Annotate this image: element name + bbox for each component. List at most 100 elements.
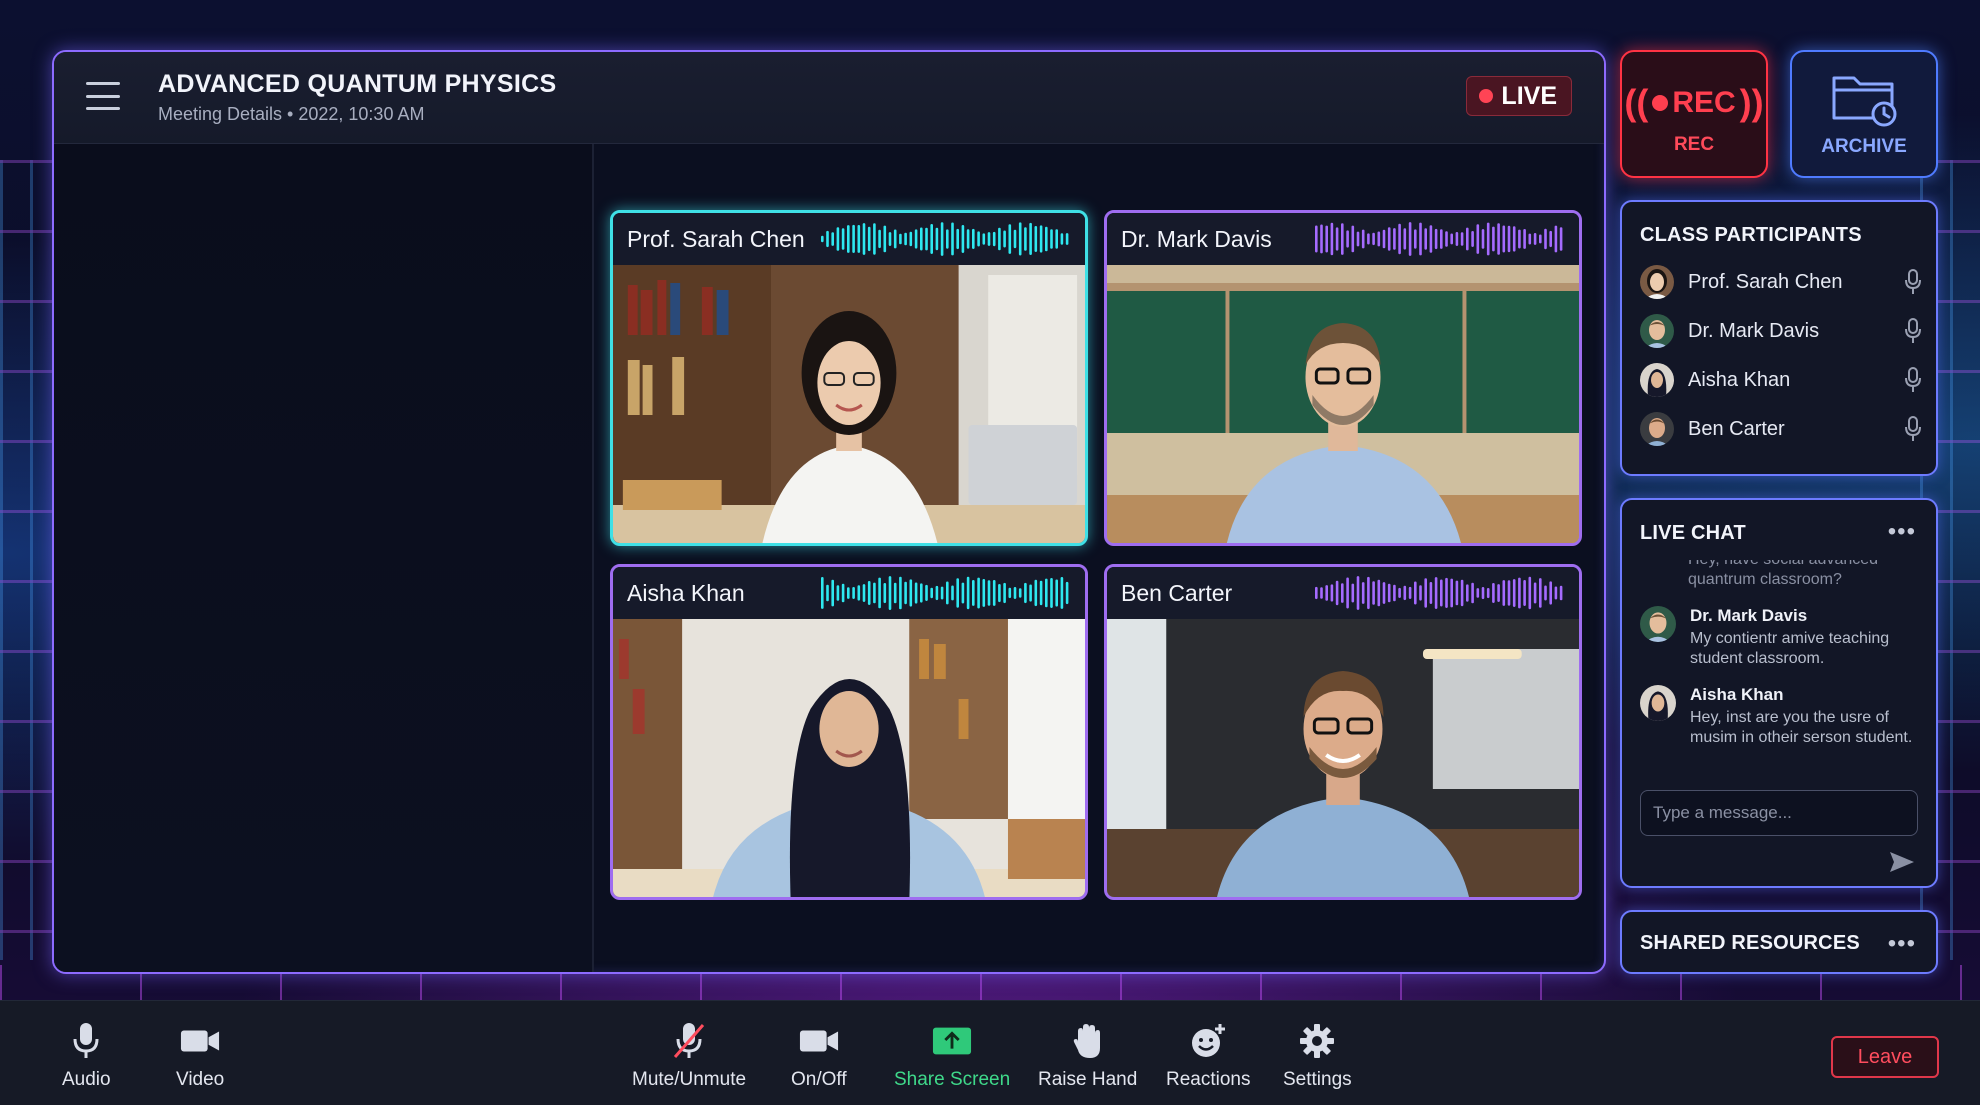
microphone-icon — [66, 1021, 106, 1061]
participant-video — [1107, 265, 1579, 543]
avatar — [1640, 412, 1674, 446]
participant-item[interactable]: Prof. Sarah Chen — [1640, 262, 1922, 302]
emoji-add-icon — [1188, 1021, 1228, 1061]
tile-name: Dr. Mark Davis — [1121, 225, 1272, 252]
panel-title: LIVE CHAT — [1640, 522, 1746, 544]
tile-name: Aisha Khan — [627, 579, 745, 606]
video-tile-sarah-chen[interactable]: Prof. Sarah Chen — [610, 210, 1088, 546]
participant-video — [1107, 619, 1579, 897]
record-glyph-text: REC — [1672, 86, 1736, 119]
avatar — [1640, 363, 1674, 397]
video-tile-mark-davis[interactable]: Dr. Mark Davis — [1104, 210, 1582, 546]
more-options-icon[interactable]: ••• — [1888, 930, 1916, 958]
tool-label: Reactions — [1166, 1069, 1251, 1090]
participant-item[interactable]: Aisha Khan — [1640, 360, 1922, 400]
video-button[interactable]: Video — [176, 1021, 224, 1091]
participant-name: Aisha Khan — [1688, 368, 1791, 391]
tool-label: On/Off — [791, 1069, 847, 1090]
panel-title: SHARED RESOURCES — [1640, 932, 1860, 954]
live-dot-icon — [1479, 89, 1494, 103]
background-grid-left — [0, 160, 60, 960]
live-chat-panel: LIVE CHAT ••• Hey, have social advanced … — [1620, 498, 1938, 888]
mic-icon[interactable] — [1904, 318, 1922, 344]
settings-button[interactable]: Settings — [1283, 1021, 1352, 1091]
raised-hand-icon — [1068, 1021, 1108, 1061]
tile-header: Prof. Sarah Chen — [613, 213, 1085, 265]
raise-hand-button[interactable]: Raise Hand — [1038, 1021, 1137, 1091]
more-options-icon[interactable]: ••• — [1888, 518, 1916, 546]
tile-header: Dr. Mark Davis — [1107, 213, 1579, 265]
mute-unmute-button[interactable]: Mute/Unmute — [632, 1021, 746, 1091]
tool-label: Audio — [62, 1069, 111, 1090]
avatar — [1640, 265, 1674, 299]
video-camera-icon — [799, 1021, 839, 1061]
tile-header: Aisha Khan — [613, 567, 1085, 619]
video-tile-aisha-khan[interactable]: Aisha Khan — [610, 564, 1088, 900]
hamburger-menu-icon[interactable] — [86, 82, 120, 110]
stage-area — [54, 144, 594, 972]
archive-label: ARCHIVE — [1821, 136, 1907, 157]
share-screen-button[interactable]: Share Screen — [894, 1021, 1010, 1091]
mic-icon[interactable] — [1904, 416, 1922, 442]
chat-message: Aisha Khan Hey, inst are you the usre of… — [1640, 685, 1922, 748]
bottom-toolbar: Audio Video Mute/Unmute On/Off Share Scr… — [0, 1000, 1980, 1105]
participant-video — [613, 265, 1085, 543]
tile-name: Prof. Sarah Chen — [627, 225, 805, 252]
camera-toggle-button[interactable]: On/Off — [791, 1021, 847, 1091]
chat-message-list[interactable]: Hey, have social advanced quantrum class… — [1640, 560, 1922, 765]
tool-label: Mute/Unmute — [632, 1069, 747, 1090]
mic-icon[interactable] — [1904, 269, 1922, 295]
tile-name: Ben Carter — [1121, 579, 1233, 606]
audio-waveform-icon — [1315, 576, 1563, 610]
main-meeting-panel: ADVANCED QUANTUM PHYSICS Meeting Details… — [52, 50, 1606, 974]
gear-icon — [1297, 1021, 1337, 1061]
video-camera-icon — [180, 1021, 220, 1061]
live-label: LIVE — [1501, 81, 1557, 110]
app-window: ADVANCED QUANTUM PHYSICS Meeting Details… — [0, 0, 1980, 1105]
audio-waveform-icon — [821, 576, 1069, 610]
audio-button[interactable]: Audio — [62, 1021, 111, 1091]
meeting-title: ADVANCED QUANTUM PHYSICS — [158, 70, 557, 98]
panel-title: CLASS PARTICIPANTS — [1640, 224, 1862, 246]
avatar — [1640, 314, 1674, 348]
chat-message-input[interactable] — [1640, 790, 1918, 836]
chat-message: Dr. Mark Davis My contientr amive teachi… — [1640, 606, 1922, 669]
chat-author: Dr. Mark Davis — [1690, 606, 1808, 625]
avatar — [1640, 685, 1676, 721]
audio-waveform-icon — [821, 222, 1069, 256]
live-badge: LIVE — [1466, 76, 1572, 116]
participant-name: Ben Carter — [1688, 417, 1785, 440]
participant-item[interactable]: Dr. Mark Davis — [1640, 311, 1922, 351]
microphone-muted-icon — [669, 1021, 709, 1061]
participant-name: Dr. Mark Davis — [1688, 319, 1820, 342]
record-button[interactable]: ((REC)) REC — [1620, 50, 1768, 178]
send-icon[interactable] — [1888, 850, 1916, 874]
folder-clock-icon — [1832, 76, 1897, 127]
record-icon: ((REC)) — [1624, 82, 1764, 123]
meeting-details[interactable]: Meeting Details • 2022, 10:30 AM — [158, 104, 424, 125]
chat-message-text: My contientr amive teaching student clas… — [1690, 630, 1890, 667]
meeting-header: ADVANCED QUANTUM PHYSICS Meeting Details… — [54, 52, 1604, 144]
mic-icon[interactable] — [1904, 367, 1922, 393]
shared-resources-panel[interactable]: SHARED RESOURCES ••• — [1620, 910, 1938, 974]
tool-label: Settings — [1283, 1069, 1352, 1090]
reactions-button[interactable]: Reactions — [1166, 1021, 1251, 1091]
tile-header: Ben Carter — [1107, 567, 1579, 619]
video-tile-ben-carter[interactable]: Ben Carter — [1104, 564, 1582, 900]
participant-name: Prof. Sarah Chen — [1688, 270, 1843, 293]
class-participants-panel: CLASS PARTICIPANTS Prof. Sarah Chen Dr. … — [1620, 200, 1938, 476]
audio-waveform-icon — [1315, 222, 1563, 256]
chat-message-text: Hey, have social advanced quantrum class… — [1688, 560, 1878, 588]
avatar — [1640, 606, 1676, 642]
tool-label: Share Screen — [894, 1069, 1011, 1090]
participant-item[interactable]: Ben Carter — [1640, 409, 1922, 449]
share-screen-icon — [932, 1021, 972, 1061]
archive-button[interactable]: ARCHIVE — [1790, 50, 1938, 178]
leave-button[interactable]: Leave — [1831, 1036, 1939, 1078]
record-label: REC — [1673, 134, 1715, 155]
tool-label: Video — [176, 1069, 225, 1090]
chat-author: Aisha Khan — [1690, 685, 1784, 704]
chat-message-text: Hey, inst are you the usre of musim in o… — [1690, 709, 1913, 746]
tool-label: Raise Hand — [1038, 1069, 1138, 1090]
participant-video — [613, 619, 1085, 897]
